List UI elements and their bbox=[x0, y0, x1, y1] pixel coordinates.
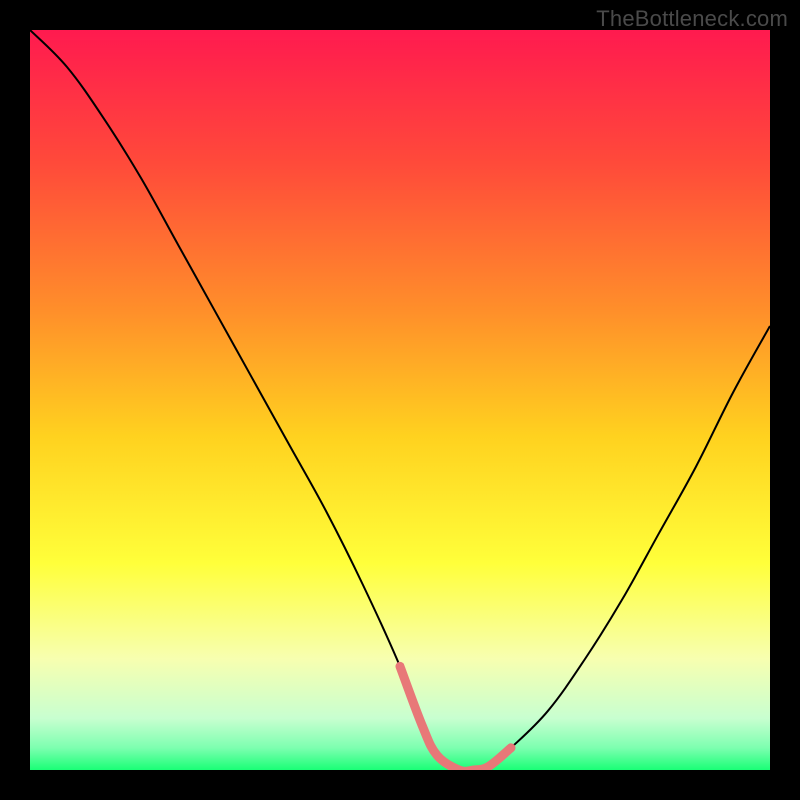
watermark-label: TheBottleneck.com bbox=[596, 6, 788, 32]
chart-frame: TheBottleneck.com bbox=[0, 0, 800, 800]
gradient-rect bbox=[30, 30, 770, 770]
chart-svg bbox=[30, 30, 770, 770]
plot-area bbox=[30, 30, 770, 770]
